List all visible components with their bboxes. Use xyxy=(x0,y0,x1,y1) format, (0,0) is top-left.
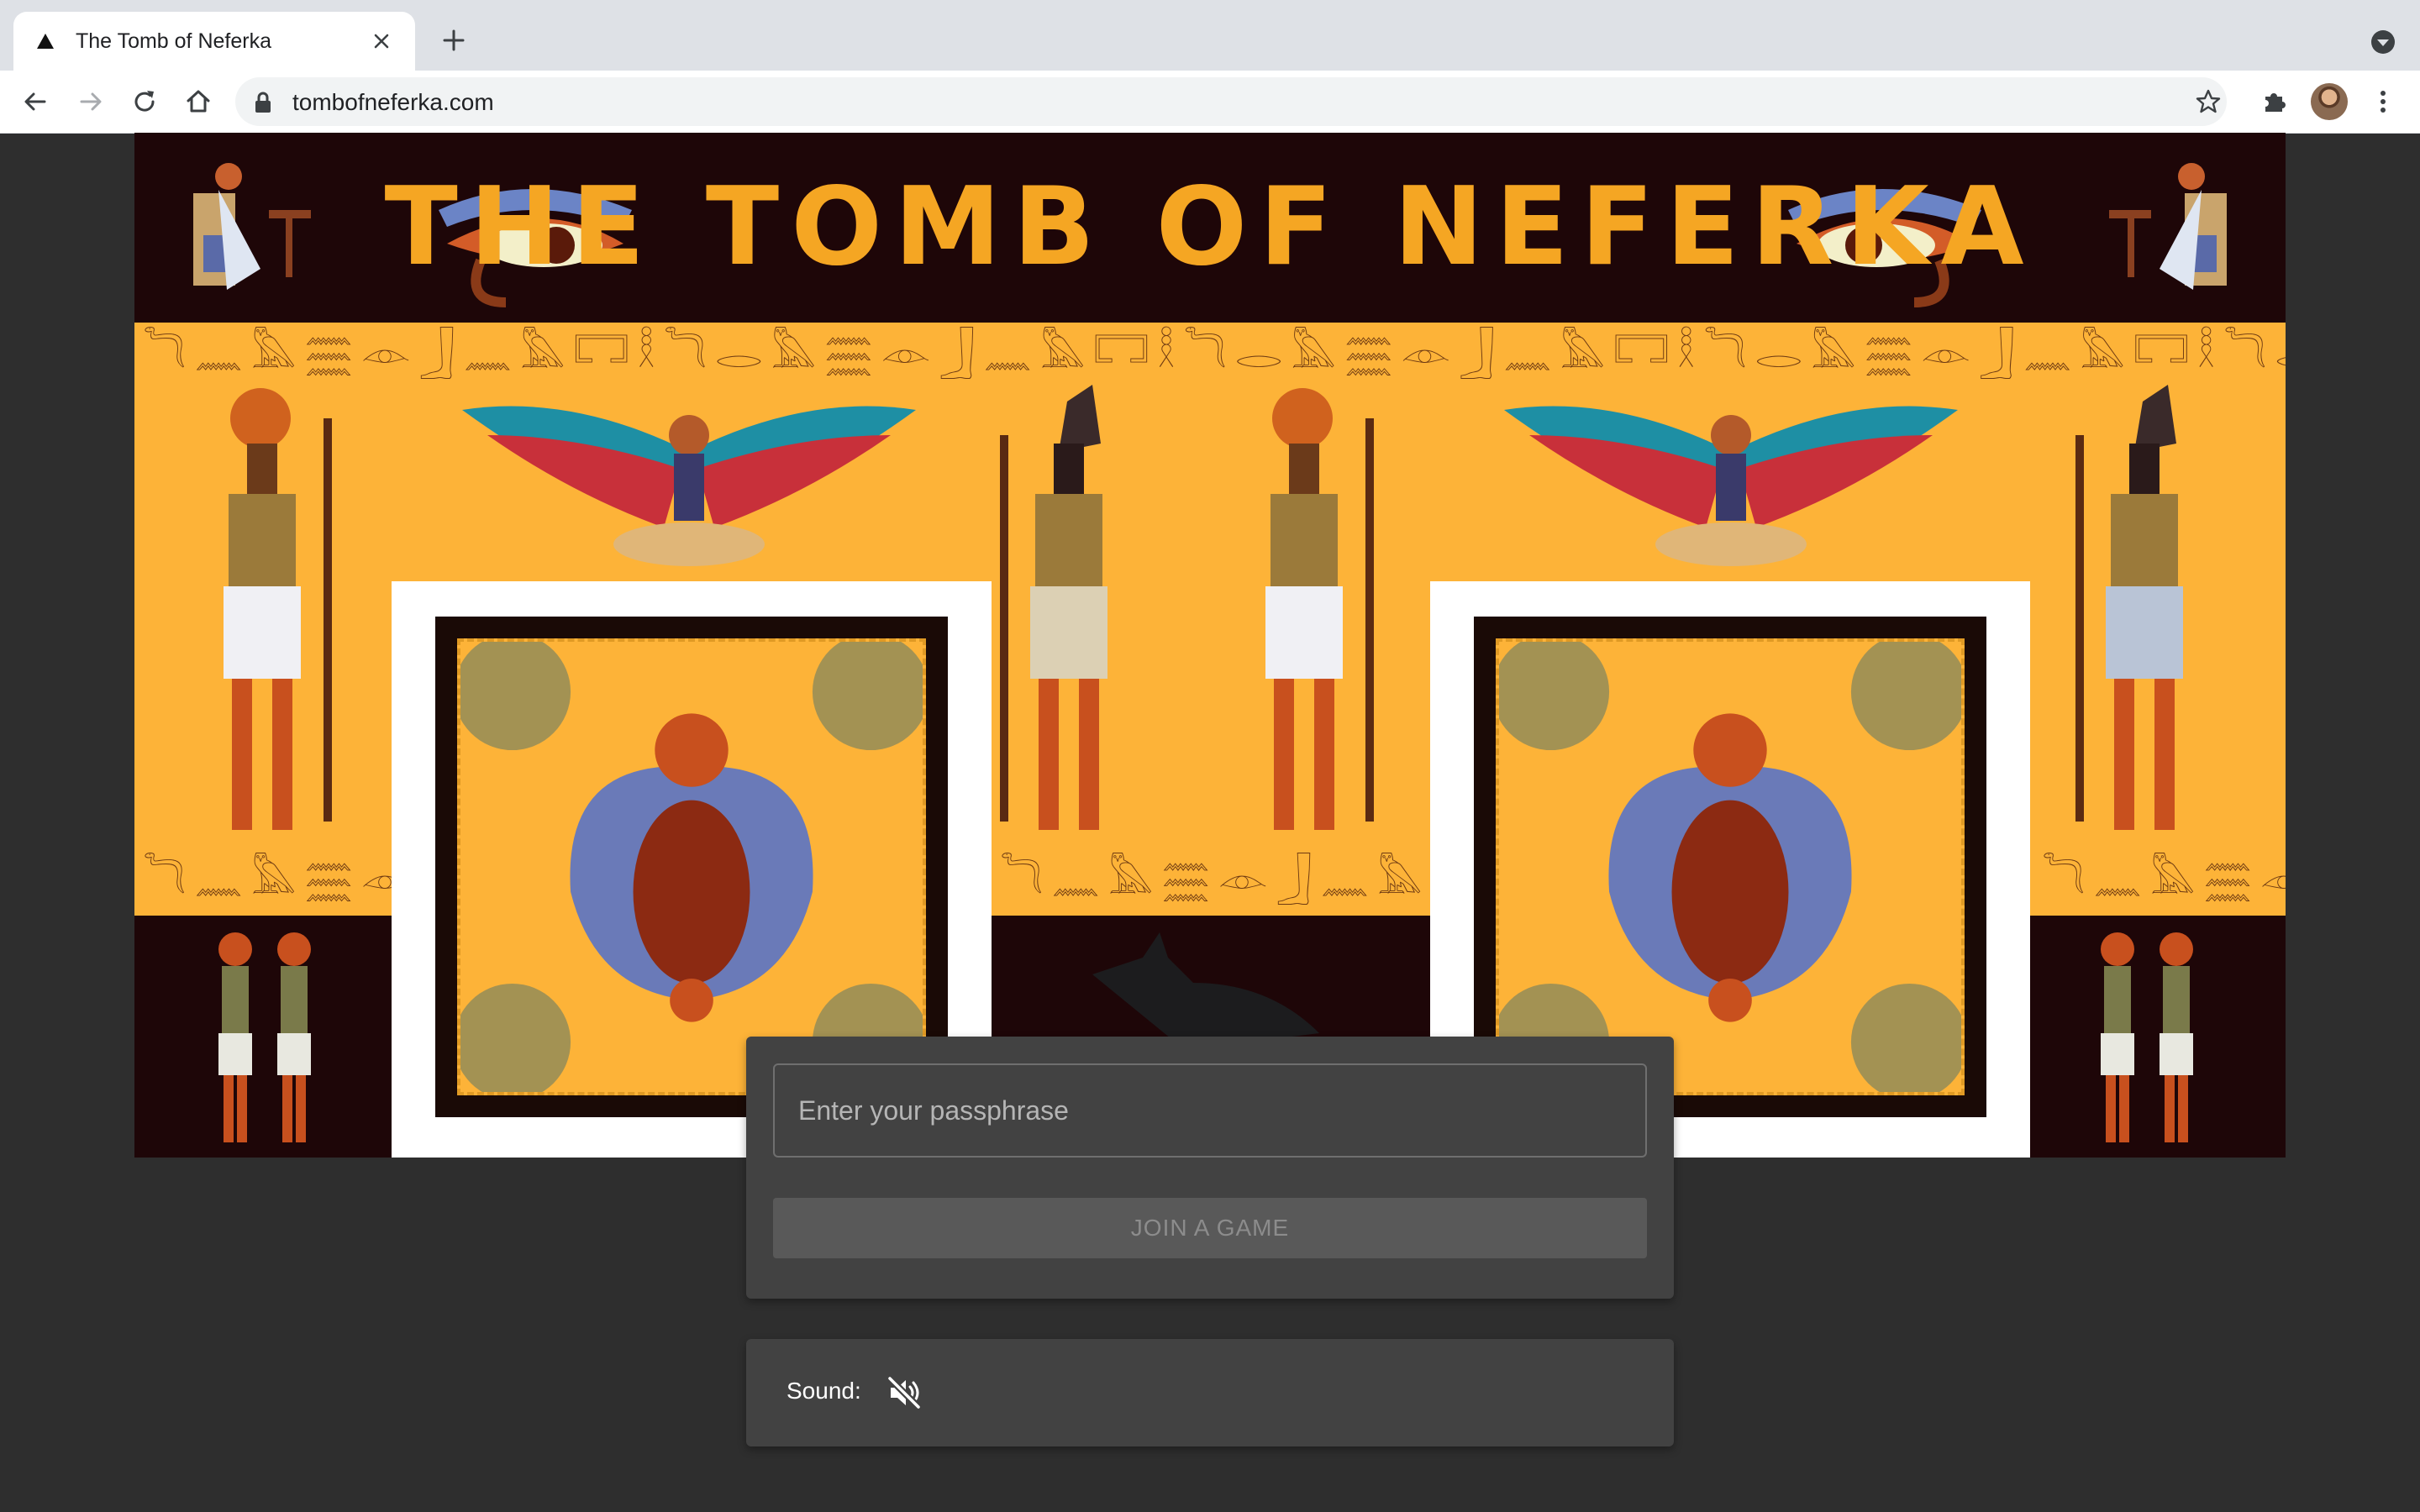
browser-tab-active[interactable]: The Tomb of Neferka xyxy=(13,12,415,71)
horus-god-middle-icon xyxy=(1265,388,1374,830)
winged-scarab-left-icon xyxy=(460,642,923,1092)
browser-tab-strip: The Tomb of Neferka xyxy=(0,0,2420,71)
winged-scarab-right-icon xyxy=(1499,642,1961,1092)
egyptian-banner: THE TOMB OF NEFERKA 𓆓𓈖𓅓𓈗𓁹𓃀𓈖𓅓𓉐𓎛𓆓𓂋𓅓𓈗𓁹𓃀𓈖𓅓𓉐𓎛… xyxy=(134,133,2286,1158)
kebab-menu-icon xyxy=(2381,91,2386,113)
reload-icon xyxy=(134,91,155,112)
passphrase-input[interactable] xyxy=(773,1063,1647,1158)
tab-search-button[interactable] xyxy=(2368,27,2398,57)
anubis-god-middle-icon xyxy=(1000,385,1107,830)
profile-avatar[interactable] xyxy=(2311,83,2348,120)
plus-icon xyxy=(443,29,465,51)
extensions-button[interactable] xyxy=(2257,85,2291,118)
triangle-favicon-icon xyxy=(34,29,57,53)
game-title: THE TOMB OF NEFERKA xyxy=(384,165,2036,290)
anubis-god-right-icon xyxy=(2075,385,2183,830)
join-game-card: JOIN A GAME xyxy=(746,1037,1674,1299)
back-arrow-icon xyxy=(24,92,46,111)
anubis-jackal-icon xyxy=(1092,932,1319,1050)
winged-isis-left-icon xyxy=(462,406,916,566)
egyptian-servants-left-icon xyxy=(218,932,311,1142)
hieroglyph-row-left: 𓆓𓈖𓅓𓈗𓁹 xyxy=(143,856,395,903)
hieroglyph-row-right: 𓆓𓈖𓅓𓈗𓁹 xyxy=(2042,856,2286,903)
browser-menu-button[interactable] xyxy=(2366,85,2400,118)
close-icon[interactable] xyxy=(368,28,395,55)
sound-toggle-button[interactable] xyxy=(881,1369,928,1416)
browser-toolbar: tombofneferka.com xyxy=(0,71,2420,134)
address-bar[interactable]: tombofneferka.com xyxy=(235,77,2227,126)
lock-icon xyxy=(255,92,271,113)
tab-title: The Tomb of Neferka xyxy=(76,29,271,53)
tab-search-icon xyxy=(2371,30,2395,54)
banner-top-strip: THE TOMB OF NEFERKA xyxy=(134,133,2286,323)
volume-muted-icon xyxy=(886,1375,922,1410)
hieroglyph-row-middle: 𓆓𓈖𓅓𓈗𓁹𓃀𓈖𓅓 xyxy=(1000,856,1431,903)
forward-arrow-icon xyxy=(80,92,102,111)
home-button[interactable] xyxy=(182,85,215,118)
forward-button[interactable] xyxy=(74,85,108,118)
star-icon[interactable] xyxy=(2195,88,2222,115)
puzzle-extension-icon xyxy=(2265,93,2286,112)
winged-isis-right-icon xyxy=(1504,406,1958,566)
sound-label: Sound: xyxy=(786,1378,861,1404)
url-text: tombofneferka.com xyxy=(292,89,494,115)
horus-god-left-icon xyxy=(224,388,332,830)
reload-button[interactable] xyxy=(128,85,161,118)
home-icon xyxy=(187,90,210,113)
hieroglyph-row-top: 𓆓𓈖𓅓𓈗𓁹𓃀𓈖𓅓𓉐𓎛𓆓𓂋𓅓𓈗𓁹𓃀𓈖𓅓𓉐𓎛𓆓𓂋𓅓𓈗𓁹𓃀𓈖𓅓𓉐𓎛𓆓𓂋𓅓𓈗𓁹𓃀𓈖𓅓𓉐𓎛… xyxy=(143,330,2286,377)
join-game-button[interactable]: JOIN A GAME xyxy=(773,1198,1647,1258)
egyptian-servants-right-icon xyxy=(2101,932,2193,1142)
back-button[interactable] xyxy=(18,85,52,118)
new-tab-button[interactable] xyxy=(437,24,471,57)
sound-settings-card: Sound: xyxy=(746,1339,1674,1446)
